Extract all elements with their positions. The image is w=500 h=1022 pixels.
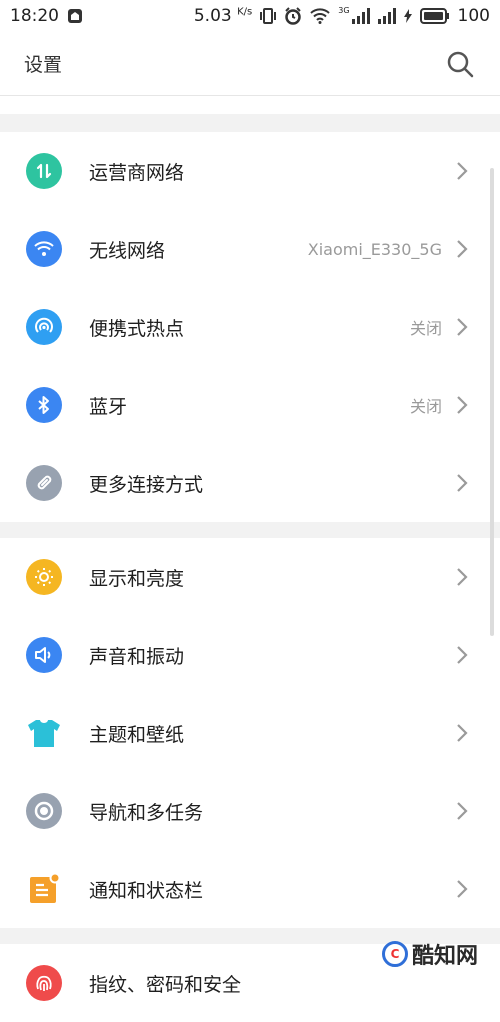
chevron-right-icon — [456, 395, 470, 415]
settings-item-label: 运营商网络 — [89, 161, 185, 184]
battery-icon — [419, 8, 450, 24]
notification-icon — [26, 871, 62, 907]
search-button[interactable] — [444, 48, 476, 80]
chevron-right-icon — [456, 879, 470, 899]
settings-item-carrier-network[interactable]: 运营商网络 — [0, 132, 500, 210]
wifi-icon — [26, 231, 62, 267]
theme-shirt-icon — [26, 715, 62, 751]
settings-item-label: 通知和状态栏 — [89, 879, 204, 902]
settings-item-label: 声音和振动 — [89, 645, 185, 668]
settings-item-notifications-statusbar[interactable]: 通知和状态栏 — [0, 850, 500, 928]
watermark-logo-icon: C — [381, 941, 408, 967]
page-title: 设置 — [24, 54, 63, 76]
settings-item-label: 便携式热点 — [89, 317, 185, 340]
section-divider — [0, 520, 500, 538]
vibrate-icon — [260, 7, 277, 25]
chevron-right-icon — [456, 239, 470, 259]
chevron-right-icon — [456, 317, 470, 337]
settings-item-value: 关闭 — [409, 397, 442, 416]
settings-group-personalization: 显示和亮度 声音和振动 主题和壁纸 导航和多任务 通知和状态栏 — [0, 538, 500, 928]
chevron-right-icon — [456, 723, 470, 743]
network-speed-value: 5.03 — [193, 6, 232, 26]
settings-item-label: 蓝牙 — [89, 395, 128, 418]
settings-item-label: 导航和多任务 — [89, 801, 204, 824]
bluetooth-icon — [26, 387, 62, 423]
navigation-icon — [26, 793, 62, 829]
settings-item-bluetooth[interactable]: 蓝牙 关闭 — [0, 366, 500, 444]
settings-item-label: 显示和亮度 — [89, 567, 185, 590]
chevron-right-icon — [456, 645, 470, 665]
settings-item-label: 指纹、密码和安全 — [89, 973, 242, 996]
search-icon — [447, 51, 474, 77]
settings-item-display-brightness[interactable]: 显示和亮度 — [0, 538, 500, 616]
signal-icon-2 — [377, 8, 396, 24]
battery-level: 100 — [457, 6, 490, 26]
settings-item-theme-wallpaper[interactable]: 主题和壁纸 — [0, 694, 500, 772]
carrier-network-icon — [26, 153, 62, 189]
settings-item-value: 关闭 — [409, 319, 442, 338]
network-type-label: 3G — [338, 5, 350, 15]
settings-item-label: 无线网络 — [89, 239, 166, 262]
settings-item-sound-vibration[interactable]: 声音和振动 — [0, 616, 500, 694]
settings-header: 设置 — [0, 32, 500, 96]
status-bar: 18:20 5.03 K/s 3G 100 — [0, 0, 500, 32]
settings-group-connectivity: 运营商网络 无线网络 Xiaomi_E330_5G 便携式热点 关闭 蓝牙 关闭… — [0, 132, 500, 522]
chevron-right-icon — [456, 473, 470, 493]
alarm-icon — [284, 7, 302, 25]
brightness-icon — [26, 559, 62, 595]
section-divider — [0, 114, 500, 132]
settings-item-label: 更多连接方式 — [89, 473, 204, 496]
settings-item-value: Xiaomi_E330_5G — [307, 239, 442, 259]
watermark-text: 酷知网 — [411, 944, 478, 969]
signal-icon-1 — [351, 8, 370, 24]
status-time: 18:20 — [10, 6, 59, 26]
settings-item-hotspot[interactable]: 便携式热点 关闭 — [0, 288, 500, 366]
notification-app-icon — [67, 8, 83, 24]
settings-item-label: 主题和壁纸 — [89, 723, 185, 746]
network-speed-unit: K/s — [237, 6, 253, 18]
chevron-right-icon — [456, 801, 470, 821]
link-icon — [26, 465, 62, 501]
watermark: C 酷知网 — [381, 938, 478, 970]
fingerprint-icon — [26, 965, 62, 1001]
chevron-right-icon — [456, 161, 470, 181]
network-speed: 5.03 K/s — [194, 6, 252, 26]
scrollbar[interactable] — [490, 168, 494, 636]
settings-item-more-connections[interactable]: 更多连接方式 — [0, 444, 500, 522]
wifi-status-icon — [310, 8, 330, 24]
settings-item-wifi[interactable]: 无线网络 Xiaomi_E330_5G — [0, 210, 500, 288]
settings-item-navigation-multitask[interactable]: 导航和多任务 — [0, 772, 500, 850]
charging-icon — [403, 9, 412, 23]
sound-icon — [26, 637, 62, 673]
hotspot-icon — [26, 309, 62, 345]
chevron-right-icon — [456, 567, 470, 587]
